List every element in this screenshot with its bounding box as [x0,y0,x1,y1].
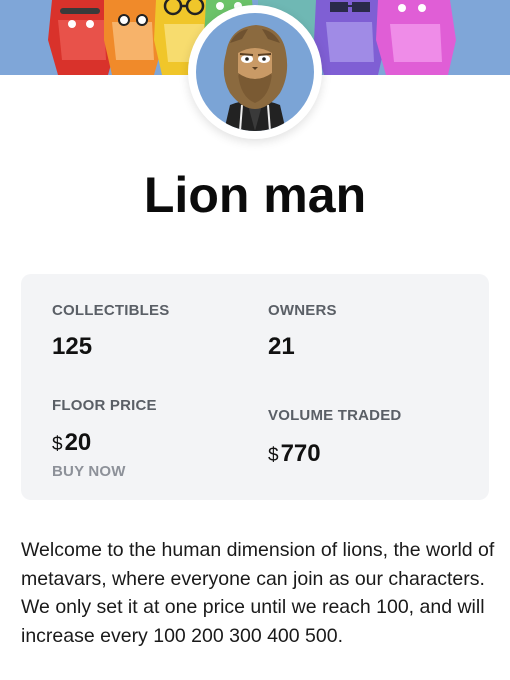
magenta-lion-figure [376,0,456,75]
currency-symbol: $ [268,445,279,466]
owners-label: OWNERS [268,302,337,319]
floor-price-value: $20 [52,429,91,457]
collectibles-value: 125 [52,333,93,360]
collection-description: Welcome to the human dimension of lions,… [21,539,495,647]
floor-price-amount: 20 [64,429,92,456]
collection-avatar [188,5,322,139]
stats-panel: COLLECTIBLES 125 OWNERS 21 FLOOR PRICE $… [21,274,489,500]
lion-man-avatar-icon [196,13,314,131]
collection-title: Lion man [143,167,367,223]
currency-symbol: $ [52,434,63,455]
purple-lion-figure [314,0,386,75]
volume-traded-label: VOLUME TRADED [268,407,402,424]
volume-traded-amount: 770 [280,440,321,467]
owners-value: 21 [268,333,295,360]
buy-now-link[interactable]: BUY NOW [52,463,126,480]
collectibles-label: COLLECTIBLES [52,302,170,319]
volume-traded-value: $770 [268,440,321,468]
floor-price-label: FLOOR PRICE [52,397,157,414]
